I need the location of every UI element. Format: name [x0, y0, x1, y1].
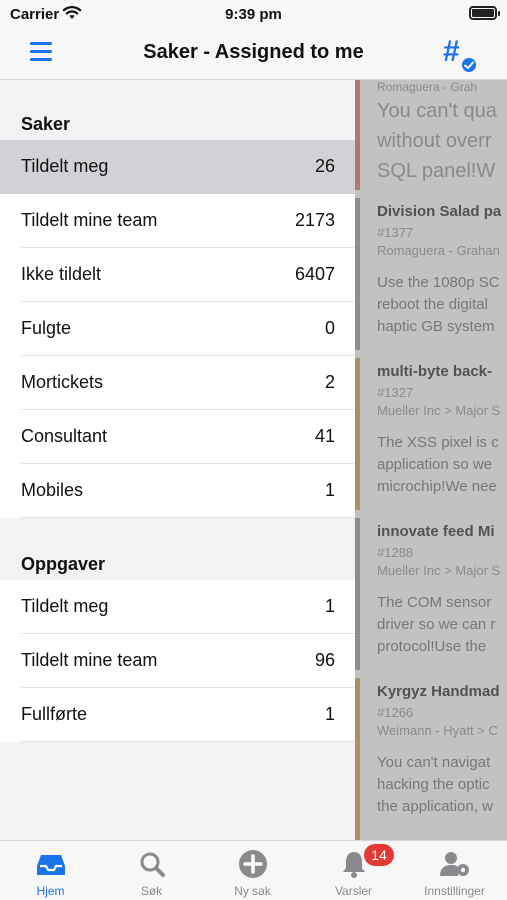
sidebar-item-fulgte[interactable]: Fulgte 0 [0, 302, 355, 356]
section-header-saker: Saker [21, 114, 71, 134]
divider [21, 741, 355, 742]
tab-innstillinger[interactable]: Innstillinger [404, 841, 505, 900]
sidebar-item-label: Consultant [21, 426, 108, 446]
sidebar-item-count: 1 [324, 704, 335, 724]
sidebar-item-tildelt-mine-team[interactable]: Tildelt mine team 2173 [0, 194, 355, 248]
tab-label: Innstillinger [424, 884, 485, 898]
sidebar-item-label: Tildelt mine team [21, 650, 158, 670]
sidebar-item-label: Fullførte [21, 704, 88, 724]
navigation-bar: Saker - Assigned to me # [0, 28, 507, 80]
sidebar-item-count: 96 [314, 650, 335, 670]
tab-label: Søk [140, 884, 163, 898]
tab-bar: Hjem Søk Ny sak Varsler Innstillinger [0, 840, 507, 900]
page-title: Saker - Assigned to me [143, 41, 364, 63]
sidebar-item-count: 1 [324, 480, 335, 500]
sidebar-item-label: Fulgte [21, 318, 72, 338]
side-menu: Saker Tildelt meg 26 Tildelt mine team 2… [0, 80, 355, 840]
sidebar-item-label: Mortickets [21, 372, 104, 392]
sidebar-item-label: Ikke tildelt [21, 264, 102, 284]
battery-icon [469, 6, 500, 20]
sidebar-item-oppgaver-tildelt-mine-team[interactable]: Tildelt mine team 96 [0, 634, 355, 688]
hash-check-icon[interactable]: # [443, 34, 483, 74]
status-bar: Carrier 9:39 pm [0, 0, 507, 28]
sidebar-item-count: 2173 [294, 210, 335, 230]
sidebar-item-count: 0 [324, 318, 335, 338]
notification-badge: 14 [364, 844, 394, 866]
sidebar-item-tildelt-meg[interactable]: Tildelt meg 26 [0, 140, 355, 194]
plus-circle-icon [237, 849, 269, 879]
sidebar-item-mobiles[interactable]: Mobiles 1 [0, 464, 355, 518]
user-gear-icon [439, 849, 471, 879]
divider [21, 517, 355, 518]
section-header-oppgaver: Oppgaver [21, 554, 106, 574]
clock: 9:39 pm [225, 6, 282, 23]
sidebar-item-oppgaver-tildelt-meg[interactable]: Tildelt meg 1 [0, 580, 355, 634]
tab-label: Ny sak [234, 884, 271, 898]
sidebar-item-count: 1 [324, 596, 335, 616]
sidebar-item-count: 41 [314, 426, 335, 446]
inbox-icon [35, 849, 67, 879]
tab-sok[interactable]: Søk [101, 841, 202, 900]
sidebar-item-consultant[interactable]: Consultant 41 [0, 410, 355, 464]
dim-overlay[interactable] [355, 80, 507, 840]
sidebar-item-mortickets[interactable]: Mortickets 2 [0, 356, 355, 410]
sidebar-item-count: 26 [314, 156, 335, 176]
sidebar-item-label: Tildelt mine team [21, 210, 158, 230]
sidebar-item-label: Tildelt meg [21, 156, 109, 176]
tab-label: Hjem [36, 884, 65, 898]
sidebar-item-count: 2 [324, 372, 335, 392]
tab-ny-sak[interactable]: Ny sak [202, 841, 303, 900]
sidebar-item-label: Mobiles [21, 480, 84, 500]
sidebar-item-label: Tildelt meg [21, 596, 109, 616]
sidebar-item-count: 6407 [294, 264, 335, 284]
tab-label: Varsler [334, 884, 373, 898]
tab-hjem[interactable]: Hjem [0, 841, 101, 900]
search-icon [136, 849, 168, 879]
sidebar-item-fullforte[interactable]: Fullførte 1 [0, 688, 355, 742]
sidebar-item-ikke-tildelt[interactable]: Ikke tildelt 6407 [0, 248, 355, 302]
